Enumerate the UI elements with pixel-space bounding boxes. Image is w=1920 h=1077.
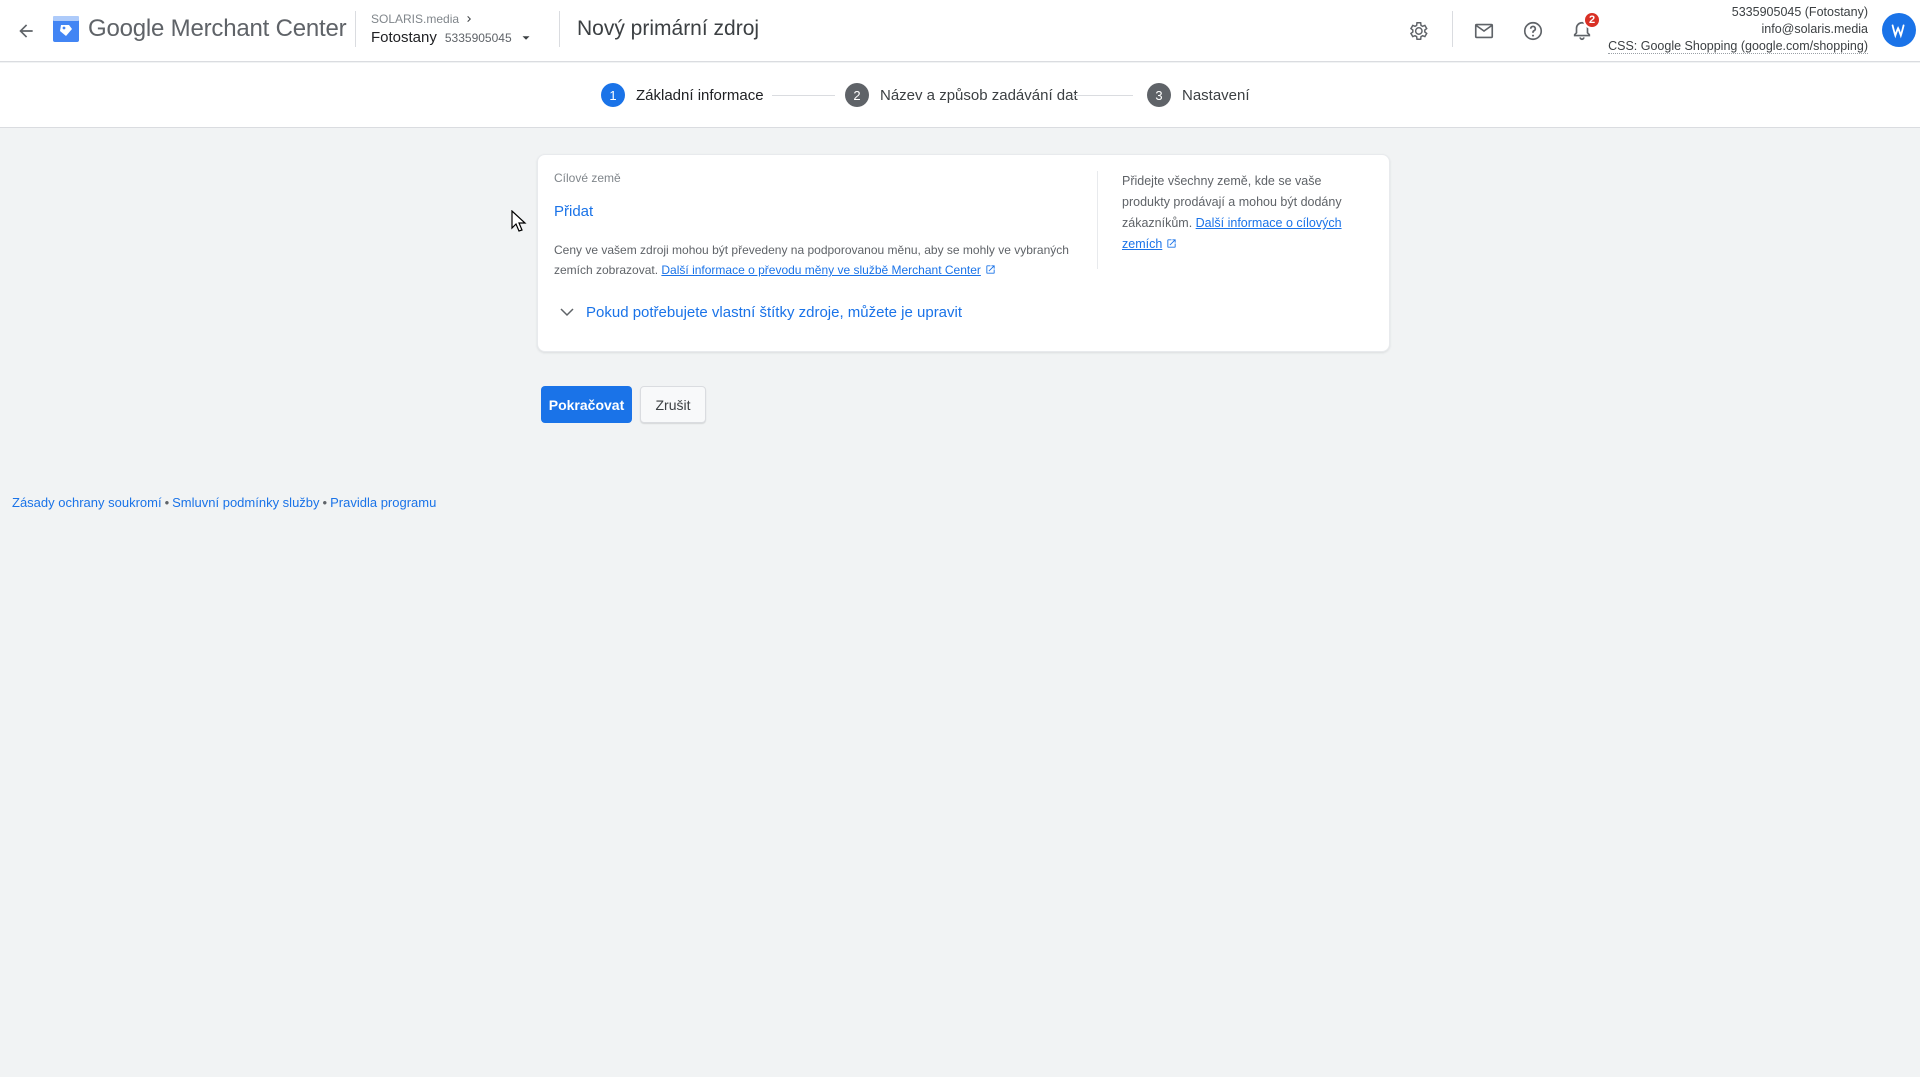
help-icon — [1523, 21, 1543, 41]
step-number: 2 — [845, 83, 869, 107]
product-name: Google Merchant Center — [88, 15, 347, 42]
privacy-policy-link[interactable]: Zásady ochrany soukromí — [12, 495, 162, 510]
footer-separator: • — [322, 495, 328, 510]
mouse-cursor-icon — [511, 210, 527, 232]
messages-button[interactable] — [1466, 13, 1502, 49]
dropdown-arrow-icon — [522, 35, 530, 40]
target-countries-card: Cílové země Přidat Ceny ve vašem zdroji … — [537, 154, 1390, 352]
account-info-css: CSS: Google Shopping (google.com/shoppin… — [1608, 39, 1868, 54]
step-settings[interactable]: 3 Nastavení — [1147, 83, 1250, 107]
settings-button[interactable] — [1400, 13, 1436, 49]
external-link-icon — [986, 265, 995, 274]
footer-separator: • — [164, 495, 170, 510]
header-divider — [559, 11, 560, 47]
step-connector — [1073, 95, 1133, 96]
notifications-button[interactable]: 2 — [1564, 11, 1601, 49]
step-number: 1 — [601, 83, 625, 107]
step-label: Základní informace — [636, 86, 764, 104]
help-button[interactable] — [1515, 13, 1551, 49]
settings-gear-icon — [1409, 22, 1428, 40]
terms-of-service-link[interactable]: Smluvní podmínky služby — [172, 495, 319, 510]
account-switcher[interactable]: Fotostany 5335905045 — [371, 29, 532, 46]
cancel-button[interactable]: Zrušit — [640, 386, 706, 423]
custom-labels-expander[interactable]: Pokud potřebujete vlastní štítky zdroje,… — [558, 303, 962, 321]
account-info[interactable]: 5335905045 (Fotostany) info@solaris.medi… — [1608, 4, 1868, 55]
step-label: Nastavení — [1182, 86, 1250, 104]
chevron-right-icon — [467, 16, 472, 22]
footer-links: Zásady ochrany soukromí • Smluvní podmínky… — [12, 495, 436, 510]
account-id: 5335905045 — [444, 30, 512, 45]
step-name-input-method[interactable]: 2 Název a způsob zadávání dat — [845, 83, 1078, 107]
merchant-center-logo[interactable] — [52, 15, 80, 43]
currency-conversion-note: Ceny ve vašem zdroji mohou být převedeny… — [554, 240, 1074, 280]
external-link-icon — [1167, 239, 1176, 248]
currency-conversion-link[interactable]: Další informace o převodu měny ve službě… — [661, 263, 980, 277]
top-app-bar: Google Merchant Center SOLARIS.media Fot… — [0, 0, 1920, 62]
account-parent-name: SOLARIS.media — [371, 12, 460, 26]
step-connector — [772, 95, 835, 96]
account-name: Fotostany — [371, 29, 437, 46]
mail-icon — [1474, 23, 1494, 39]
account-parent-breadcrumb[interactable]: SOLARIS.media — [371, 12, 475, 26]
account-info-email: info@solaris.media — [1761, 22, 1868, 36]
step-label: Název a způsob zadávání dat — [880, 86, 1078, 104]
card-divider — [1097, 171, 1098, 269]
account-info-id: 5335905045 (Fotostany) — [1731, 5, 1868, 19]
page-title: Nový primární zdroj — [577, 17, 760, 40]
header-divider — [355, 11, 356, 47]
stepper: 1 Základní informace 2 Název a způsob za… — [0, 63, 1920, 128]
arrow-back-icon — [19, 24, 33, 38]
custom-labels-expander-label: Pokud potřebujete vlastní štítky zdroje,… — [586, 303, 963, 321]
chevron-down-icon — [560, 308, 574, 317]
add-country-link[interactable]: Přidat — [554, 203, 593, 220]
avatar[interactable] — [1882, 13, 1916, 47]
step-number: 3 — [1147, 83, 1171, 107]
back-button[interactable] — [8, 13, 44, 49]
notification-badge: 2 — [1583, 11, 1601, 29]
step-basic-info[interactable]: 1 Základní informace — [601, 83, 764, 107]
program-policies-link[interactable]: Pravidla programu — [330, 495, 436, 510]
target-countries-label: Cílové země — [554, 171, 621, 185]
header-divider — [1452, 11, 1453, 47]
avatar-logo-icon — [1891, 24, 1905, 39]
target-countries-help: Přidejte všechny země, kde se vaše produ… — [1122, 171, 1372, 255]
continue-button[interactable]: Pokračovat — [541, 386, 632, 423]
